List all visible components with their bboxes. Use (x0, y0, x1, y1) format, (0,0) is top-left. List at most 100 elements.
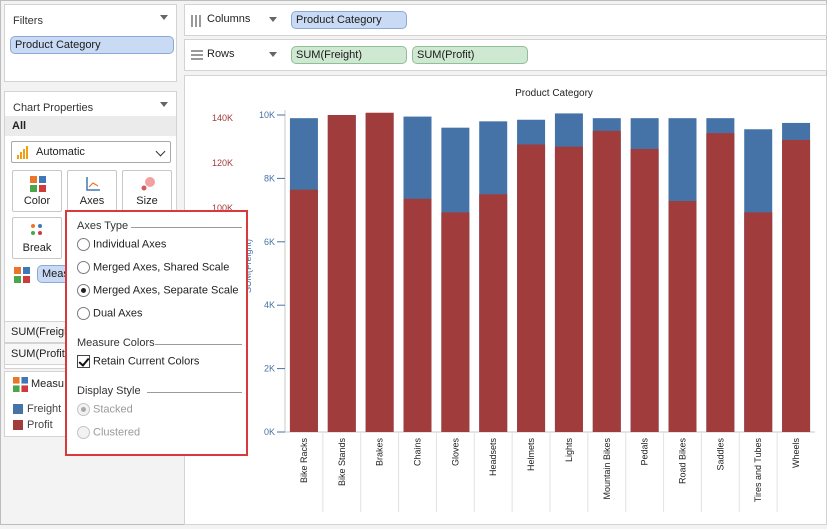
bar-chart-icon (17, 146, 28, 159)
columns-shelf: Columns Product Category (184, 4, 827, 36)
y-tick-label-freight: 2K (264, 364, 275, 374)
legend-icon (13, 377, 28, 392)
display-option-stacked[interactable]: Stacked (77, 403, 133, 419)
filters-menu-caret-icon[interactable] (160, 15, 168, 20)
rows-label: Rows (207, 48, 235, 60)
mark-type-label: Automatic (36, 146, 85, 158)
radio-selected-disabled-icon[interactable] (77, 403, 90, 416)
columns-pill-product-category[interactable]: Product Category (291, 11, 407, 29)
measure-list-label: SUM(Freigh (11, 326, 71, 338)
bar-profit (289, 189, 318, 432)
filters-panel: Filters Product Category (4, 4, 177, 82)
axes-type-title: Axes Type (77, 220, 129, 232)
axes-option-label: Dual Axes (93, 307, 143, 320)
break-button[interactable]: Break (12, 217, 62, 259)
y-tick-label-freight: 0K (264, 427, 275, 437)
color-icon (30, 176, 46, 192)
filters-title: Filters (13, 15, 43, 27)
radio-icon[interactable] (77, 261, 90, 274)
axes-option-label: Merged Axes, Shared Scale (93, 261, 230, 274)
radio-selected-icon[interactable] (77, 284, 90, 297)
axes-popup: Axes Type Individual Axes Merged Axes, S… (65, 210, 248, 456)
scope-bar: All (5, 116, 176, 136)
display-style-title: Display Style (77, 385, 141, 397)
x-tick-label: Road Bikes (678, 438, 688, 485)
bar-profit (706, 133, 735, 432)
axes-option-label: Merged Axes, Separate Scale (93, 284, 239, 297)
radio-icon[interactable] (77, 307, 90, 320)
axes-button-label: Axes (79, 195, 105, 207)
legend-swatch (13, 404, 23, 415)
rows-shelf: Rows SUM(Freight) SUM(Profit) (184, 39, 827, 71)
bar-profit (403, 198, 432, 432)
axes-button[interactable]: Axes (67, 170, 117, 212)
legend-label: Freight (27, 403, 62, 415)
display-option-label: Clustered (93, 426, 141, 439)
rows-caret-icon[interactable] (269, 52, 277, 57)
scope-all-label[interactable]: All (12, 120, 26, 132)
mark-type-dropdown[interactable]: Automatic (11, 141, 171, 163)
size-button-label: Size (136, 195, 158, 207)
measure-names-icon (14, 267, 30, 283)
size-button[interactable]: Size (122, 170, 172, 212)
break-button-label: Break (22, 242, 52, 254)
y-tick-label-freight: 6K (264, 237, 275, 247)
x-tick-label: Gloves (450, 438, 460, 467)
radio-disabled-icon[interactable] (77, 426, 90, 439)
bar-profit (630, 148, 659, 432)
rows-pill-sum-freight[interactable]: SUM(Freight) (291, 46, 407, 64)
x-tick-label: Brakes (375, 438, 385, 467)
rows-icon (191, 50, 203, 60)
bar-profit (782, 139, 811, 432)
radio-icon[interactable] (77, 238, 90, 251)
section-divider (131, 227, 242, 228)
legend-title: Measu (31, 378, 65, 390)
bar-profit (479, 194, 508, 432)
axes-option-individual[interactable]: Individual Axes (77, 238, 166, 254)
filter-pill-product-category[interactable]: Product Category (10, 36, 174, 54)
axes-option-label: Individual Axes (93, 238, 167, 251)
y-tick-label-freight: 8K (264, 173, 275, 183)
y-tick-label-profit: 120K (212, 158, 233, 168)
app-window: Filters Product Category Chart Propertie… (0, 0, 827, 525)
y-tick-label-freight: 10K (259, 110, 275, 120)
legend-swatch (13, 420, 23, 431)
bar-profit (592, 130, 621, 432)
bar-profit (744, 212, 773, 432)
checkbox-checked-icon[interactable] (77, 355, 90, 368)
retain-colors-label: Retain Current Colors (93, 355, 200, 368)
axes-icon (86, 177, 100, 191)
bar-profit (441, 212, 470, 432)
rows-pill-sum-profit[interactable]: SUM(Profit) (412, 46, 528, 64)
axes-option-merged-separate[interactable]: Merged Axes, Separate Scale (77, 284, 239, 300)
measure-colors-title: Measure Colors (77, 337, 155, 349)
bar-profit (554, 146, 583, 432)
y-tick-label-profit: 140K (212, 113, 233, 123)
x-tick-label: Wheels (791, 438, 801, 469)
chart-area: Product Category Bike Racks Bike Stands Bra… (184, 75, 827, 525)
x-tick-label: Lights (564, 438, 574, 463)
size-icon (141, 177, 155, 191)
display-option-clustered[interactable]: Clustered (77, 426, 140, 442)
bar-profit (327, 115, 356, 432)
columns-caret-icon[interactable] (269, 17, 277, 22)
axes-option-merged-shared[interactable]: Merged Axes, Shared Scale (77, 261, 229, 277)
retain-colors-checkbox-row[interactable]: Retain Current Colors (77, 355, 199, 371)
bar-profit (668, 201, 697, 432)
x-tick-label: Pedals (640, 438, 650, 466)
section-divider (155, 344, 242, 345)
x-tick-label: Helmets (526, 438, 536, 472)
bar-profit (517, 144, 546, 432)
axes-option-dual[interactable]: Dual Axes (77, 307, 143, 323)
chart-title: Product Category (515, 88, 593, 99)
break-icon (31, 224, 42, 235)
columns-label: Columns (207, 13, 251, 25)
chart-properties-title: Chart Properties (13, 102, 94, 114)
chart-properties-caret-icon[interactable] (160, 102, 168, 107)
columns-icon (191, 15, 201, 27)
bar-profit (365, 112, 394, 432)
section-divider (147, 392, 242, 393)
y-tick-label-freight: 4K (264, 300, 275, 310)
color-button[interactable]: Color (12, 170, 62, 212)
x-tick-label: Tires and Tubes (753, 438, 763, 503)
